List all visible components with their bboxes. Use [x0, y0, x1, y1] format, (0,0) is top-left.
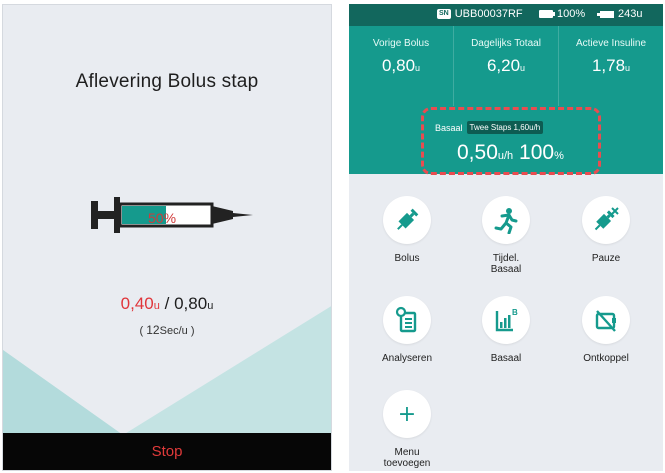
stat-previous-bolus: Vorige Bolus 0,80u: [372, 38, 430, 75]
serial-number: SN UBB00037RF: [437, 8, 523, 20]
report-icon: [395, 306, 417, 333]
plus-icon: +: [397, 401, 417, 427]
stop-button[interactable]: Stop: [3, 433, 331, 470]
svg-text:B: B: [512, 308, 518, 317]
stat-active-insulin: Actieve Insuline 1,78u: [558, 26, 663, 106]
syringe-pause-icon: [594, 207, 619, 231]
delivered-amount: 0,40u: [120, 294, 160, 313]
battery-icon: [539, 10, 555, 18]
dose-separator: /: [164, 294, 170, 313]
running-person-icon: [494, 208, 518, 234]
menu-bolus[interactable]: Bolus: [357, 196, 457, 264]
bolus-delivery-screen: Aflevering Bolus stap 50% 0,40u / 0,80u …: [2, 4, 332, 471]
delivery-rate: ( 12Sec/u ): [139, 323, 195, 337]
menu-analyze[interactable]: Analyseren: [357, 296, 457, 364]
stat-daily-total: Dagelijks Totaal 6,20u: [453, 26, 558, 106]
home-screen: SN UBB00037RF 100% 243u Vorige Bolus 0,8…: [349, 4, 663, 471]
menu-temp-basal-label: Tijdel. Basaal: [490, 253, 522, 275]
dose-progress: 0,40u / 0,80u: [3, 294, 331, 314]
menu-add[interactable]: + Menu toevoegen: [357, 390, 457, 469]
syringe-icon: [397, 208, 419, 230]
basal-chart-icon: B: [495, 308, 518, 332]
disconnect-icon: [595, 310, 616, 332]
menu-pause[interactable]: Pauze: [556, 196, 656, 264]
menu-basal[interactable]: B Basaal: [456, 296, 556, 364]
stats-row: Vorige Bolus 0,80u Dagelijks Totaal 6,20…: [349, 26, 663, 106]
reservoir-status: 243u: [597, 8, 642, 20]
menu-add-label: Menu toevoegen: [383, 447, 431, 469]
header-panel: SN UBB00037RF 100% 243u Vorige Bolus 0,8…: [349, 4, 663, 175]
battery-status: 100%: [539, 8, 585, 20]
sn-badge: SN: [437, 9, 451, 19]
menu-disconnect[interactable]: Ontkoppel: [556, 296, 656, 364]
cartridge-icon: [597, 10, 614, 18]
status-bar: SN UBB00037RF 100% 243u: [349, 4, 663, 26]
total-amount: 0,80u: [174, 294, 214, 313]
basal-highlight-box[interactable]: [421, 107, 601, 175]
menu-temp-basal[interactable]: Tijdel. Basaal: [456, 196, 556, 275]
progress-percentage: 50%: [148, 210, 177, 226]
page-title: Aflevering Bolus stap: [75, 71, 259, 92]
